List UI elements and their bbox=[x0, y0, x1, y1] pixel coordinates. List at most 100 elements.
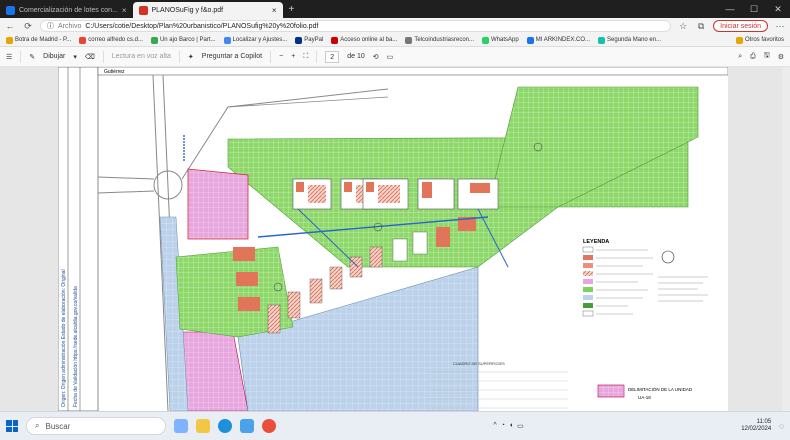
url-prefix: Archivo bbox=[58, 22, 82, 30]
divider bbox=[178, 50, 180, 63]
divider bbox=[270, 50, 272, 63]
date: 12/02/2024 bbox=[741, 426, 772, 432]
clock[interactable]: 11:05 12/02/2024 bbox=[741, 419, 771, 433]
notifications-icon[interactable]: ◌ bbox=[779, 422, 784, 431]
bookmark-icon bbox=[526, 36, 534, 44]
url-field[interactable]: ⓘ Archivo C:/Users/cotie/Desktop/Plan%20… bbox=[40, 20, 672, 32]
eraser-icon[interactable]: ⌫ bbox=[85, 53, 95, 61]
bookmark-item[interactable]: Localizar y Ajustes... bbox=[223, 36, 287, 44]
close-icon[interactable]: × bbox=[272, 6, 277, 15]
minimize-icon[interactable]: — bbox=[718, 4, 742, 15]
fit-page-icon[interactable]: ⛶ bbox=[303, 53, 308, 61]
url-text: C:/Users/cotie/Desktop/Plan%20urbanistic… bbox=[85, 22, 319, 30]
tab-comercializacion[interactable]: Comercialización de lotes con... × bbox=[0, 2, 133, 18]
wifi-icon[interactable]: ◔ bbox=[501, 422, 505, 430]
file-explorer-icon[interactable] bbox=[196, 419, 210, 433]
close-icon[interactable]: × bbox=[122, 6, 127, 15]
chevron-up-icon[interactable]: ^ bbox=[493, 422, 496, 430]
search-placeholder: Buscar bbox=[45, 421, 71, 431]
highlight-icon[interactable]: ▾ bbox=[73, 53, 77, 61]
widgets-icon[interactable] bbox=[174, 419, 188, 433]
new-tab-icon[interactable]: + bbox=[283, 4, 301, 15]
windows-taskbar: ⌕ Buscar ^ ◔ ◖ ▭ 11:05 12/02/2024 ◌ bbox=[0, 411, 790, 440]
edge-icon[interactable] bbox=[218, 419, 232, 433]
extensions-icon[interactable]: ⧉ bbox=[695, 21, 707, 32]
draw-button[interactable]: Dibujar bbox=[43, 53, 65, 60]
urban-plan-drawing: Origen: Origen administración Estado de … bbox=[58, 67, 728, 411]
search-icon: ⌕ bbox=[35, 421, 40, 430]
bookmark-icon bbox=[482, 36, 490, 44]
browser-tab-bar: Comercialización de lotes con... × PLANO… bbox=[0, 0, 790, 18]
more-menu-icon[interactable]: ⋯ bbox=[774, 21, 786, 32]
vertical-note-origin: Origen: Origen administración Estado de … bbox=[61, 269, 67, 407]
tab-label: PLANOSuFig y f&o.pdf bbox=[151, 6, 224, 14]
pdf-icon bbox=[138, 5, 148, 15]
window-controls: — ☐ ✕ bbox=[718, 4, 790, 15]
copilot-icon[interactable]: ✦ bbox=[188, 53, 194, 61]
table-title: CUADRO DE SUPERFICIES bbox=[453, 361, 505, 366]
time: 11:05 bbox=[756, 419, 772, 425]
bookmark-icon bbox=[405, 36, 413, 44]
divider bbox=[20, 50, 22, 63]
print-icon[interactable]: ⎙ bbox=[750, 53, 756, 61]
bookmark-icon bbox=[150, 36, 158, 44]
volume-icon[interactable]: ◖ bbox=[509, 422, 513, 430]
pdf-viewer[interactable]: Origen: Origen administración Estado de … bbox=[0, 67, 790, 411]
contents-icon[interactable]: ☰ bbox=[6, 53, 12, 61]
rotate-icon[interactable]: ⟲ bbox=[373, 53, 379, 61]
bookmark-icon bbox=[598, 36, 606, 44]
folder-icon bbox=[735, 36, 743, 44]
bookmarks-bar: Botra de Madrid - P... correo alfredo cs… bbox=[0, 34, 790, 47]
zoom-in-button[interactable]: + bbox=[291, 53, 295, 60]
draw-icon[interactable]: ✎ bbox=[29, 53, 35, 61]
store-icon[interactable] bbox=[240, 419, 254, 433]
legend: LEYENDA bbox=[582, 239, 708, 317]
bookmark-icon bbox=[223, 36, 231, 44]
bookmark-folder[interactable]: Otros favoritos bbox=[735, 36, 784, 44]
divider bbox=[316, 50, 318, 63]
favorite-star-icon[interactable]: ☆ bbox=[677, 21, 689, 32]
bookmark-item[interactable]: MI ARKINDEX.CO... bbox=[526, 36, 590, 44]
header-cell-text: Gutiérrez bbox=[104, 69, 125, 75]
close-window-icon[interactable]: ✕ bbox=[766, 4, 790, 15]
plan-sublabel: UA-18 bbox=[638, 395, 651, 400]
page-number-input[interactable]: 2 bbox=[325, 50, 340, 63]
bookmark-icon bbox=[79, 36, 87, 44]
page-total: de 10 bbox=[347, 53, 365, 60]
bookmark-item[interactable]: PayPal bbox=[295, 36, 323, 44]
bookmark-icon bbox=[6, 36, 13, 44]
bookmark-item[interactable]: Telcoindustriasrecon... bbox=[405, 36, 474, 44]
settings-icon[interactable]: ⚙ bbox=[778, 53, 784, 61]
bookmark-item[interactable]: correo alfredo cs.d... bbox=[79, 36, 143, 44]
system-tray: ^ ◔ ◖ ▭ bbox=[493, 422, 523, 430]
bookmark-item[interactable]: Segunda Mano en... bbox=[598, 36, 661, 44]
divider bbox=[102, 50, 104, 63]
bookmark-item[interactable]: Un ajo Barco | Part... bbox=[150, 36, 216, 44]
refresh-icon[interactable]: ⟳ bbox=[22, 21, 34, 32]
vertical-scrollbar[interactable] bbox=[782, 67, 790, 411]
bookmark-item[interactable]: WhatsApp bbox=[482, 36, 519, 44]
signin-button[interactable]: Iniciar sesión bbox=[713, 20, 768, 32]
back-icon[interactable]: ← bbox=[4, 21, 16, 31]
zoom-out-button[interactable]: − bbox=[279, 53, 283, 60]
windows-start-icon[interactable] bbox=[6, 420, 18, 432]
vertical-note-validation: Fecha de Validación https://sede.alcaldi… bbox=[73, 286, 79, 407]
pdf-toolbar: ☰ ✎ Dibujar ▾ ⌫ Lectura en voz alta ✦ Pr… bbox=[0, 47, 790, 67]
address-bar: ← ⟳ ⓘ Archivo C:/Users/cotie/Desktop/Pla… bbox=[0, 18, 790, 34]
page-view-icon[interactable]: ▭ bbox=[387, 53, 394, 61]
copilot-button[interactable]: Preguntar a Copilot bbox=[202, 53, 262, 60]
file-icon: ⓘ bbox=[47, 23, 54, 30]
bookmark-item[interactable]: Botra de Madrid - P... bbox=[6, 36, 71, 44]
chrome-icon[interactable] bbox=[262, 419, 276, 433]
save-icon[interactable]: 🖫 bbox=[764, 51, 770, 62]
site-icon bbox=[6, 5, 15, 15]
search-icon[interactable]: ⌕ bbox=[738, 53, 742, 61]
tab-pdf[interactable]: PLANOSuFig y f&o.pdf × bbox=[132, 2, 283, 18]
bookmark-item[interactable]: Acceso online al ba... bbox=[331, 36, 397, 44]
maximize-icon[interactable]: ☐ bbox=[742, 4, 766, 15]
tab-label: Comercialización de lotes con... bbox=[19, 6, 118, 14]
battery-icon[interactable]: ▭ bbox=[517, 422, 524, 430]
legend-title: LEYENDA bbox=[583, 239, 609, 245]
taskbar-search[interactable]: ⌕ Buscar bbox=[26, 417, 166, 435]
read-aloud-button[interactable]: Lectura en voz alta bbox=[112, 53, 171, 60]
